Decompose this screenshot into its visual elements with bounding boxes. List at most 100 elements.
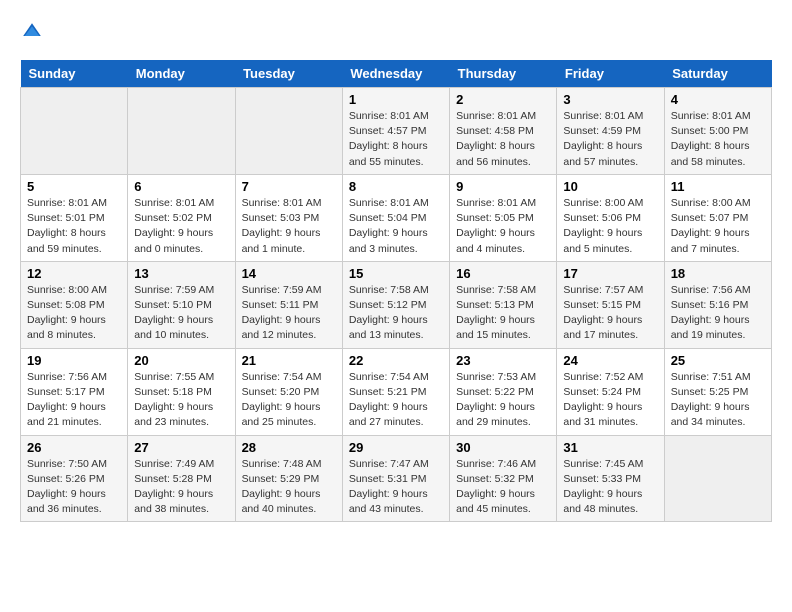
day-info: Sunrise: 8:01 AM Sunset: 5:03 PM Dayligh… <box>242 196 336 257</box>
calendar-cell <box>664 435 771 522</box>
calendar-cell: 28 Sunrise: 7:48 AM Sunset: 5:29 PM Dayli… <box>235 435 342 522</box>
day-number: 4 <box>671 92 765 107</box>
day-info: Sunrise: 7:49 AM Sunset: 5:28 PM Dayligh… <box>134 457 228 518</box>
calendar-cell: 16 Sunrise: 7:58 AM Sunset: 5:13 PM Dayli… <box>450 261 557 348</box>
calendar-week-5: 26 Sunrise: 7:50 AM Sunset: 5:26 PM Dayli… <box>21 435 772 522</box>
day-info: Sunrise: 8:01 AM Sunset: 5:04 PM Dayligh… <box>349 196 443 257</box>
day-number: 23 <box>456 353 550 368</box>
calendar-cell: 7 Sunrise: 8:01 AM Sunset: 5:03 PM Daylig… <box>235 174 342 261</box>
calendar-cell: 23Sunrise: 7:53 AM Sunset: 5:22 PM Dayli… <box>450 348 557 435</box>
day-info: Sunrise: 7:46 AM Sunset: 5:32 PM Dayligh… <box>456 457 550 518</box>
day-number: 7 <box>242 179 336 194</box>
weekday-header-thursday: Thursday <box>450 60 557 88</box>
day-number: 24 <box>563 353 657 368</box>
weekday-header-wednesday: Wednesday <box>342 60 449 88</box>
day-number: 1 <box>349 92 443 107</box>
calendar-cell: 26 Sunrise: 7:50 AM Sunset: 5:26 PM Dayli… <box>21 435 128 522</box>
day-number: 18 <box>671 266 765 281</box>
calendar-table: SundayMondayTuesdayWednesdayThursdayFrid… <box>20 60 772 522</box>
calendar-cell: 31 Sunrise: 7:45 AM Sunset: 5:33 PM Dayli… <box>557 435 664 522</box>
calendar-body: 1Sunrise: 8:01 AM Sunset: 4:57 PM Daylig… <box>21 88 772 522</box>
day-info: Sunrise: 7:56 AM Sunset: 5:16 PM Dayligh… <box>671 283 765 344</box>
day-info: Sunrise: 7:58 AM Sunset: 5:13 PM Dayligh… <box>456 283 550 344</box>
day-number: 26 <box>27 440 121 455</box>
calendar-cell: 17 Sunrise: 7:57 AM Sunset: 5:15 PM Dayli… <box>557 261 664 348</box>
day-info: Sunrise: 8:01 AM Sunset: 5:02 PM Dayligh… <box>134 196 228 257</box>
day-info: Sunrise: 8:01 AM Sunset: 4:58 PM Dayligh… <box>456 109 550 170</box>
day-number: 15 <box>349 266 443 281</box>
page-header <box>20 20 772 44</box>
weekday-header-friday: Friday <box>557 60 664 88</box>
calendar-cell: 13Sunrise: 7:59 AM Sunset: 5:10 PM Dayli… <box>128 261 235 348</box>
weekday-header-row: SundayMondayTuesdayWednesdayThursdayFrid… <box>21 60 772 88</box>
calendar-cell: 20Sunrise: 7:55 AM Sunset: 5:18 PM Dayli… <box>128 348 235 435</box>
weekday-header-monday: Monday <box>128 60 235 88</box>
calendar-cell: 12 Sunrise: 8:00 AM Sunset: 5:08 PM Dayli… <box>21 261 128 348</box>
day-number: 3 <box>563 92 657 107</box>
calendar-week-2: 5 Sunrise: 8:01 AM Sunset: 5:01 PM Daylig… <box>21 174 772 261</box>
day-number: 5 <box>27 179 121 194</box>
day-number: 22 <box>349 353 443 368</box>
day-info: Sunrise: 7:50 AM Sunset: 5:26 PM Dayligh… <box>27 457 121 518</box>
day-info: Sunrise: 7:57 AM Sunset: 5:15 PM Dayligh… <box>563 283 657 344</box>
calendar-cell: 3Sunrise: 8:01 AM Sunset: 4:59 PM Daylig… <box>557 88 664 175</box>
calendar-cell: 14 Sunrise: 7:59 AM Sunset: 5:11 PM Dayli… <box>235 261 342 348</box>
calendar-cell <box>235 88 342 175</box>
calendar-cell: 10Sunrise: 8:00 AM Sunset: 5:06 PM Dayli… <box>557 174 664 261</box>
day-number: 2 <box>456 92 550 107</box>
calendar-cell: 1Sunrise: 8:01 AM Sunset: 4:57 PM Daylig… <box>342 88 449 175</box>
weekday-header-saturday: Saturday <box>664 60 771 88</box>
day-info: Sunrise: 7:45 AM Sunset: 5:33 PM Dayligh… <box>563 457 657 518</box>
day-number: 17 <box>563 266 657 281</box>
day-info: Sunrise: 8:00 AM Sunset: 5:07 PM Dayligh… <box>671 196 765 257</box>
calendar-cell: 8 Sunrise: 8:01 AM Sunset: 5:04 PM Daylig… <box>342 174 449 261</box>
day-info: Sunrise: 8:01 AM Sunset: 5:01 PM Dayligh… <box>27 196 121 257</box>
day-info: Sunrise: 8:01 AM Sunset: 5:00 PM Dayligh… <box>671 109 765 170</box>
day-number: 10 <box>563 179 657 194</box>
day-number: 19 <box>27 353 121 368</box>
calendar-cell: 9 Sunrise: 8:01 AM Sunset: 5:05 PM Daylig… <box>450 174 557 261</box>
day-number: 28 <box>242 440 336 455</box>
calendar-cell: 22 Sunrise: 7:54 AM Sunset: 5:21 PM Dayli… <box>342 348 449 435</box>
weekday-header-sunday: Sunday <box>21 60 128 88</box>
day-info: Sunrise: 7:51 AM Sunset: 5:25 PM Dayligh… <box>671 370 765 431</box>
calendar-cell: 5 Sunrise: 8:01 AM Sunset: 5:01 PM Daylig… <box>21 174 128 261</box>
day-number: 12 <box>27 266 121 281</box>
day-info: Sunrise: 8:00 AM Sunset: 5:08 PM Dayligh… <box>27 283 121 344</box>
day-number: 31 <box>563 440 657 455</box>
day-number: 29 <box>349 440 443 455</box>
calendar-cell: 25 Sunrise: 7:51 AM Sunset: 5:25 PM Dayli… <box>664 348 771 435</box>
calendar-week-3: 12 Sunrise: 8:00 AM Sunset: 5:08 PM Dayli… <box>21 261 772 348</box>
calendar-week-1: 1Sunrise: 8:01 AM Sunset: 4:57 PM Daylig… <box>21 88 772 175</box>
day-number: 9 <box>456 179 550 194</box>
day-number: 30 <box>456 440 550 455</box>
day-number: 14 <box>242 266 336 281</box>
day-info: Sunrise: 7:47 AM Sunset: 5:31 PM Dayligh… <box>349 457 443 518</box>
calendar-cell: 24 Sunrise: 7:52 AM Sunset: 5:24 PM Dayli… <box>557 348 664 435</box>
day-number: 16 <box>456 266 550 281</box>
day-info: Sunrise: 8:01 AM Sunset: 5:05 PM Dayligh… <box>456 196 550 257</box>
calendar-header: SundayMondayTuesdayWednesdayThursdayFrid… <box>21 60 772 88</box>
logo-icon <box>20 20 44 44</box>
calendar-cell: 27Sunrise: 7:49 AM Sunset: 5:28 PM Dayli… <box>128 435 235 522</box>
day-info: Sunrise: 7:48 AM Sunset: 5:29 PM Dayligh… <box>242 457 336 518</box>
day-info: Sunrise: 7:54 AM Sunset: 5:20 PM Dayligh… <box>242 370 336 431</box>
day-info: Sunrise: 7:59 AM Sunset: 5:11 PM Dayligh… <box>242 283 336 344</box>
calendar-week-4: 19 Sunrise: 7:56 AM Sunset: 5:17 PM Dayli… <box>21 348 772 435</box>
day-info: Sunrise: 7:55 AM Sunset: 5:18 PM Dayligh… <box>134 370 228 431</box>
day-info: Sunrise: 7:54 AM Sunset: 5:21 PM Dayligh… <box>349 370 443 431</box>
day-info: Sunrise: 7:56 AM Sunset: 5:17 PM Dayligh… <box>27 370 121 431</box>
calendar-cell: 21Sunrise: 7:54 AM Sunset: 5:20 PM Dayli… <box>235 348 342 435</box>
logo <box>20 20 48 44</box>
calendar-cell: 2 Sunrise: 8:01 AM Sunset: 4:58 PM Daylig… <box>450 88 557 175</box>
calendar-cell: 29 Sunrise: 7:47 AM Sunset: 5:31 PM Dayli… <box>342 435 449 522</box>
day-info: Sunrise: 7:52 AM Sunset: 5:24 PM Dayligh… <box>563 370 657 431</box>
calendar-cell: 30 Sunrise: 7:46 AM Sunset: 5:32 PM Dayli… <box>450 435 557 522</box>
day-number: 25 <box>671 353 765 368</box>
day-info: Sunrise: 7:58 AM Sunset: 5:12 PM Dayligh… <box>349 283 443 344</box>
weekday-header-tuesday: Tuesday <box>235 60 342 88</box>
calendar-cell: 18 Sunrise: 7:56 AM Sunset: 5:16 PM Dayli… <box>664 261 771 348</box>
day-number: 11 <box>671 179 765 194</box>
day-number: 8 <box>349 179 443 194</box>
calendar-cell <box>128 88 235 175</box>
